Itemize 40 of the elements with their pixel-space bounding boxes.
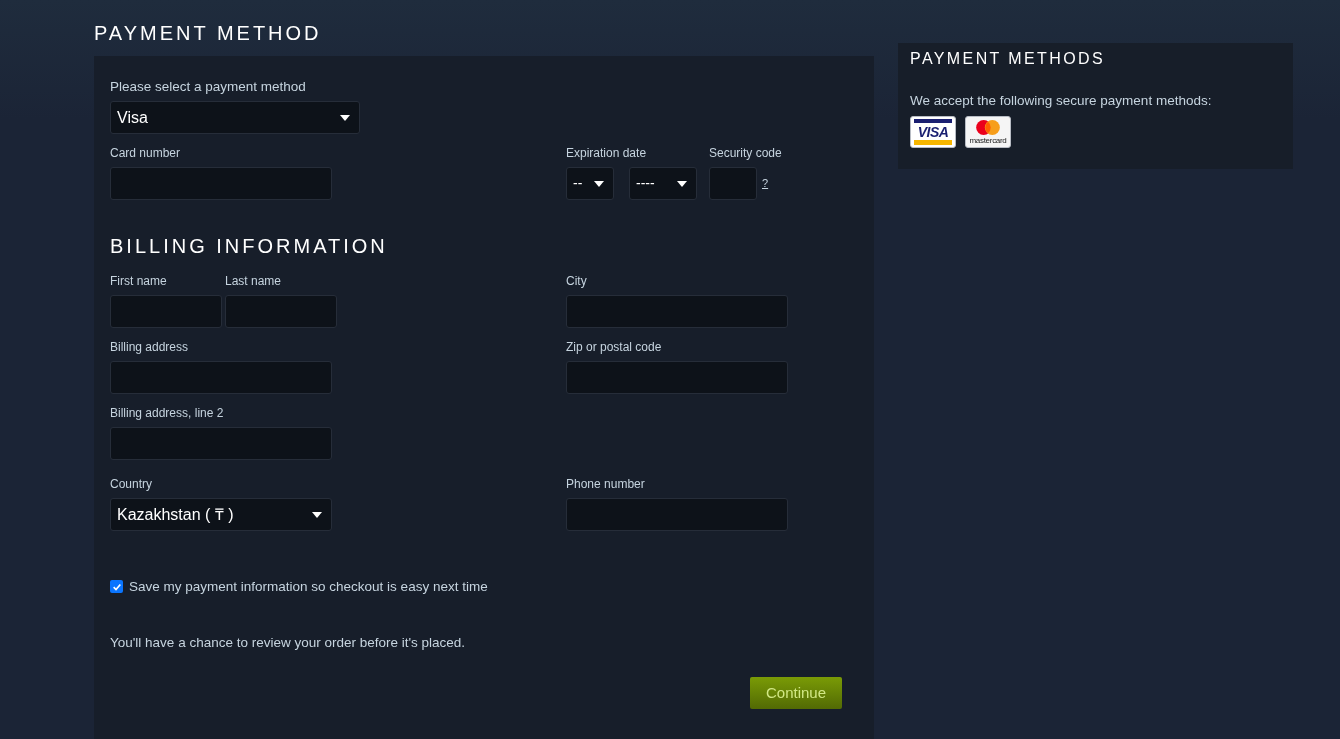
field-label: Zip or postal code (566, 340, 662, 355)
caret-icon (312, 511, 322, 518)
section-heading: BILLING INFORMATION (110, 234, 388, 259)
page-title: PAYMENT METHOD (94, 21, 322, 46)
text-input[interactable] (110, 167, 332, 200)
dropdown[interactable]: Visa (110, 101, 360, 134)
text-input[interactable] (110, 361, 332, 394)
caret-icon (340, 114, 350, 121)
checkbox[interactable] (110, 580, 123, 593)
field-label: Billing address, line 2 (110, 406, 224, 421)
text-input[interactable] (225, 295, 337, 328)
text-input[interactable] (566, 295, 788, 328)
text-input[interactable] (566, 361, 788, 394)
text-input[interactable] (566, 498, 788, 531)
card-wordmark: mastercard (969, 135, 1007, 145)
text-input[interactable] (110, 427, 332, 460)
review-note: You'll have a chance to review your order before it's placed. (110, 634, 466, 651)
field-label: Please select a payment method (110, 78, 306, 95)
field-label: Country (110, 477, 153, 492)
field-label: City (566, 274, 587, 289)
card-wordmark: VISA (917, 124, 949, 139)
field-label: Last name (225, 274, 282, 289)
dropdown[interactable]: Kazakhstan ( ₸ ) (110, 498, 332, 531)
field-label: Card number (110, 146, 181, 161)
field-label: First name (110, 274, 167, 289)
checkbox-label: Save my payment information so checkout is easy next time (129, 578, 488, 595)
caret-icon (594, 180, 604, 187)
dropdown[interactable]: ---- (629, 167, 697, 200)
overlapping-circles-icon (976, 119, 1000, 135)
field-label: Security code (709, 146, 782, 161)
field-label: Billing address (110, 340, 189, 355)
text-input[interactable] (110, 295, 222, 328)
panel-title: PAYMENT METHODS (910, 49, 1106, 69)
dropdown[interactable]: -- (566, 167, 614, 200)
field-label: Phone number (566, 477, 645, 492)
caret-icon (677, 180, 687, 187)
field-label: Expiration date (566, 146, 647, 161)
text-input[interactable] (709, 167, 757, 200)
panel-text: We accept the following secure payment methods: (910, 92, 1212, 109)
help-link[interactable]: ? (762, 175, 769, 192)
